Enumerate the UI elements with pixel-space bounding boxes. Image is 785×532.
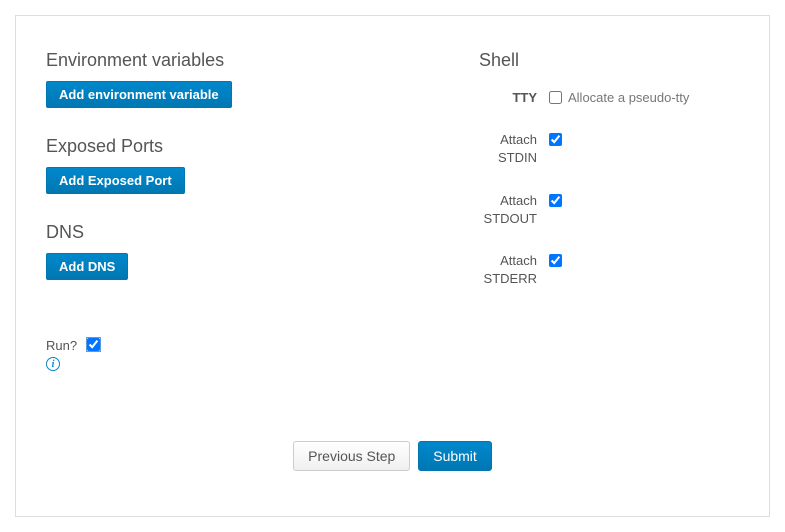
stdin-checkbox[interactable] bbox=[549, 133, 562, 146]
stderr-label: Attach STDERR bbox=[479, 252, 549, 288]
form-panel: Environment variables Add environment va… bbox=[15, 15, 770, 517]
tty-label: TTY bbox=[479, 89, 549, 107]
shell-heading: Shell bbox=[479, 50, 739, 71]
info-icon[interactable]: i bbox=[46, 357, 60, 371]
run-label: Run? bbox=[46, 338, 77, 353]
ports-heading: Exposed Ports bbox=[46, 136, 439, 157]
add-dns-button[interactable]: Add DNS bbox=[46, 253, 128, 280]
add-exposed-port-button[interactable]: Add Exposed Port bbox=[46, 167, 185, 194]
right-column: Shell TTY Allocate a pseudo-tty Attach S… bbox=[479, 46, 739, 371]
env-heading: Environment variables bbox=[46, 50, 439, 71]
stdout-label: Attach STDOUT bbox=[479, 192, 549, 228]
dns-heading: DNS bbox=[46, 222, 439, 243]
stderr-checkbox[interactable] bbox=[549, 254, 562, 267]
tty-desc: Allocate a pseudo-tty bbox=[568, 89, 689, 107]
footer-actions: Previous Step Submit bbox=[46, 441, 739, 471]
add-env-var-button[interactable]: Add environment variable bbox=[46, 81, 232, 108]
run-checkbox[interactable] bbox=[87, 338, 100, 351]
submit-button[interactable]: Submit bbox=[418, 441, 492, 471]
stdout-checkbox[interactable] bbox=[549, 194, 562, 207]
left-column: Environment variables Add environment va… bbox=[46, 46, 439, 371]
tty-checkbox[interactable] bbox=[549, 91, 562, 104]
previous-step-button[interactable]: Previous Step bbox=[293, 441, 410, 471]
stdin-label: Attach STDIN bbox=[479, 131, 549, 167]
